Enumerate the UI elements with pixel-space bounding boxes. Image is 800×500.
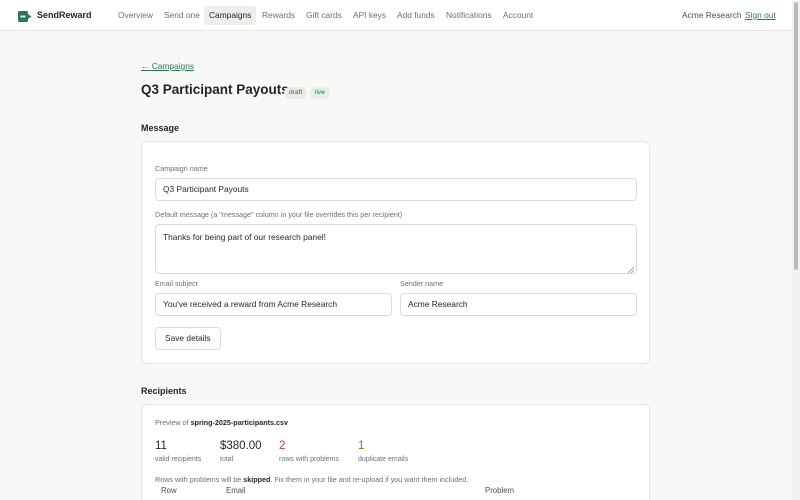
email-subject-input[interactable]: You've received a reward from Acme Resea… bbox=[155, 293, 392, 316]
sender-name-label: Sender name bbox=[400, 279, 444, 288]
stat-problem-rows-label: rows with problems bbox=[279, 456, 339, 463]
table-header-email[interactable]: Email bbox=[226, 486, 246, 495]
stat-duplicates-label: duplicate emails bbox=[358, 456, 409, 463]
brand-name: SendReward bbox=[37, 9, 92, 20]
nav-campaigns[interactable]: Campaigns bbox=[204, 6, 257, 25]
default-message-text: Thanks for being part of our research pa… bbox=[163, 232, 326, 242]
campaign-name-label: Campaign name bbox=[155, 164, 208, 173]
nav-add-funds[interactable]: Add funds bbox=[392, 6, 440, 25]
skip-note-bold: skipped bbox=[243, 475, 271, 484]
nav-gift-cards[interactable]: Gift cards bbox=[301, 6, 347, 25]
resize-handle-icon[interactable] bbox=[627, 265, 635, 274]
page-title: Q3 Participant Payouts bbox=[141, 82, 289, 97]
preview-filename: spring-2025-participants.csv bbox=[190, 418, 289, 427]
default-message-textarea[interactable]: Thanks for being part of our research pa… bbox=[155, 224, 637, 274]
stat-problem-rows-value: 2 bbox=[279, 440, 286, 452]
preview-prefix: Preview of bbox=[155, 418, 189, 427]
stat-total-value: $380.00 bbox=[220, 440, 262, 452]
campaign-name-input[interactable]: Q3 Participant Payouts bbox=[155, 178, 637, 201]
table-header-row[interactable]: Row bbox=[161, 486, 177, 495]
stat-total-label: total bbox=[220, 456, 234, 463]
nav-notifications[interactable]: Notifications bbox=[441, 6, 497, 25]
sendreward-logo-icon bbox=[18, 9, 32, 22]
nav-api-keys[interactable]: API keys bbox=[348, 6, 391, 25]
recipients-heading: Recipients bbox=[141, 386, 187, 396]
page-scrollbar[interactable] bbox=[792, 0, 800, 500]
org-name: Acme Research bbox=[682, 10, 742, 20]
default-message-label: Default message (a "message" column in y… bbox=[155, 210, 403, 219]
preview-caption: Preview of spring-2025-participants.csv bbox=[155, 418, 288, 427]
table-header-problem[interactable]: Problem bbox=[485, 486, 514, 495]
nav-overview[interactable]: Overview bbox=[113, 6, 158, 25]
nav-rewards[interactable]: Rewards bbox=[257, 6, 300, 25]
stat-valid-recipients-label: valid recipients bbox=[155, 456, 202, 463]
skip-note: Rows with problems will be skipped. Fix … bbox=[155, 475, 468, 484]
nav-send-one[interactable]: Send one bbox=[159, 6, 205, 25]
back-to-campaigns-link[interactable]: ← Campaigns bbox=[141, 61, 194, 71]
top-nav: SendReward Overview Send one Campaigns R… bbox=[0, 0, 792, 31]
nav-account[interactable]: Account bbox=[498, 6, 538, 25]
stat-duplicates-value: 1 bbox=[358, 440, 365, 452]
message-heading: Message bbox=[141, 123, 180, 133]
status-badge-draft: draft bbox=[284, 87, 308, 99]
status-badge-live: live bbox=[310, 87, 330, 99]
skip-note-suffix: . Fix them in your file and re-upload if… bbox=[270, 475, 469, 484]
stat-valid-recipients-value: 11 bbox=[155, 440, 167, 452]
scrollbar-thumb[interactable] bbox=[794, 2, 798, 270]
sign-out-link[interactable]: Sign out bbox=[745, 10, 776, 20]
save-details-button[interactable]: Save details bbox=[155, 327, 221, 350]
email-subject-label: Email subject bbox=[155, 279, 198, 288]
skip-note-prefix: Rows with problems will be bbox=[155, 475, 242, 484]
brand[interactable]: SendReward bbox=[18, 9, 92, 22]
sender-name-input[interactable]: Acme Research bbox=[400, 293, 637, 316]
